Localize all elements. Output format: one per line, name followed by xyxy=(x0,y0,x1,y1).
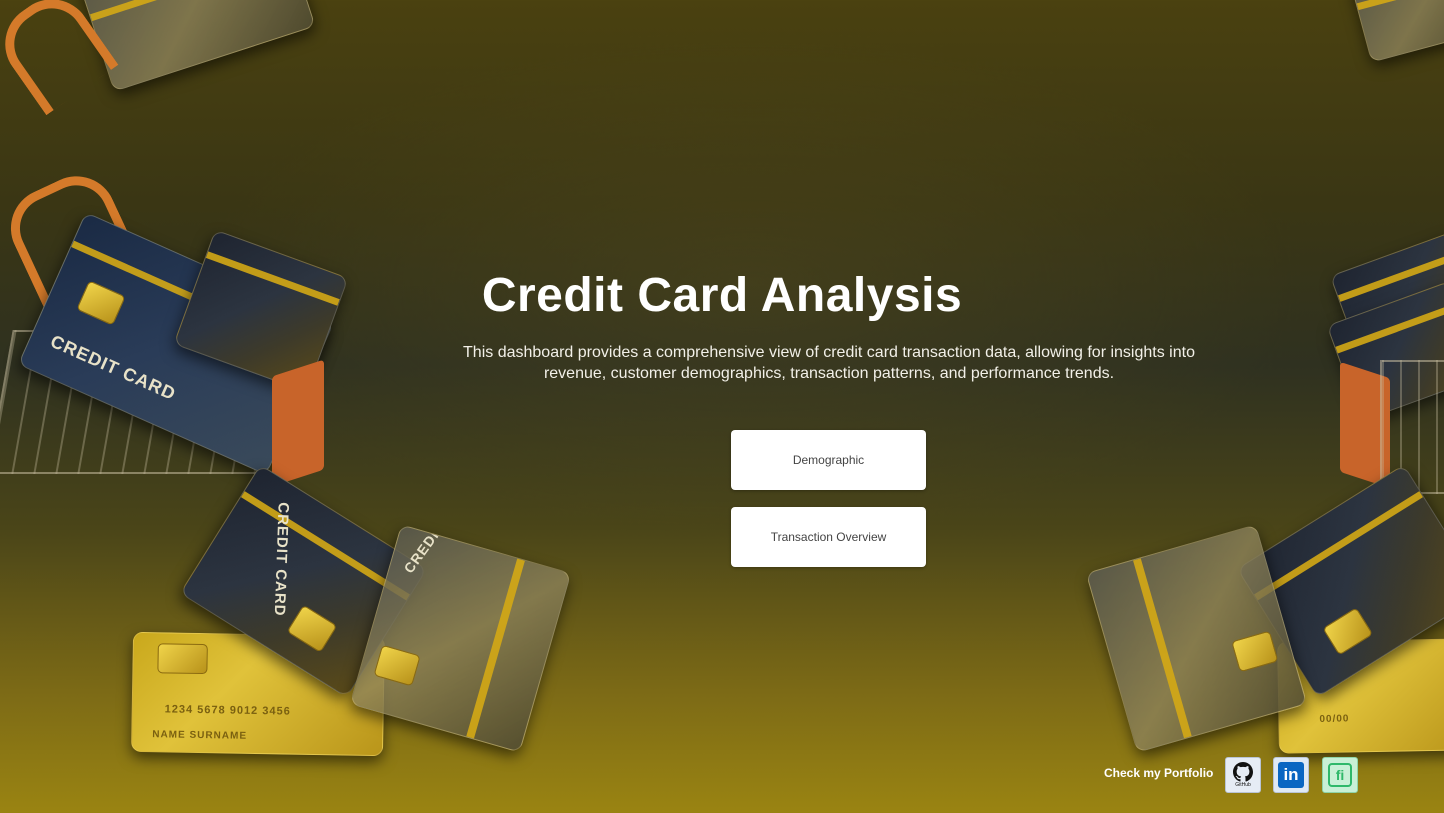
linkedin-glyph: in xyxy=(1283,765,1299,784)
basket-side-image xyxy=(272,359,324,487)
fi-icon: fi xyxy=(1328,763,1352,787)
card-label-text: CREDIT CARD xyxy=(400,524,477,577)
demographic-button[interactable]: Demographic xyxy=(731,430,926,490)
portfolio-label: Check my Portfolio xyxy=(1104,766,1214,780)
card-number-text: 1234 5678 9012 3456 xyxy=(164,703,291,718)
transaction-overview-button[interactable]: Transaction Overview xyxy=(731,507,926,567)
card-valid-text: 00/00 xyxy=(1319,713,1350,725)
github-icon xyxy=(1233,762,1253,782)
fi-glyph: fi xyxy=(1335,767,1345,783)
linkedin-icon: in xyxy=(1278,762,1304,788)
github-caption: GitHub xyxy=(1235,782,1251,788)
card-label-text: CREDIT CARD xyxy=(270,501,292,617)
page-description: This dashboard provides a comprehensive … xyxy=(463,344,1195,382)
github-link[interactable]: GitHub xyxy=(1225,757,1261,793)
fi-link[interactable]: fi xyxy=(1322,757,1358,793)
credit-card-image xyxy=(76,0,316,92)
card-holder-text: NAME SURNAME xyxy=(152,729,248,742)
linkedin-link[interactable]: in xyxy=(1273,757,1309,793)
page-title: Credit Card Analysis xyxy=(481,269,963,322)
credit-card-image xyxy=(1348,0,1444,63)
